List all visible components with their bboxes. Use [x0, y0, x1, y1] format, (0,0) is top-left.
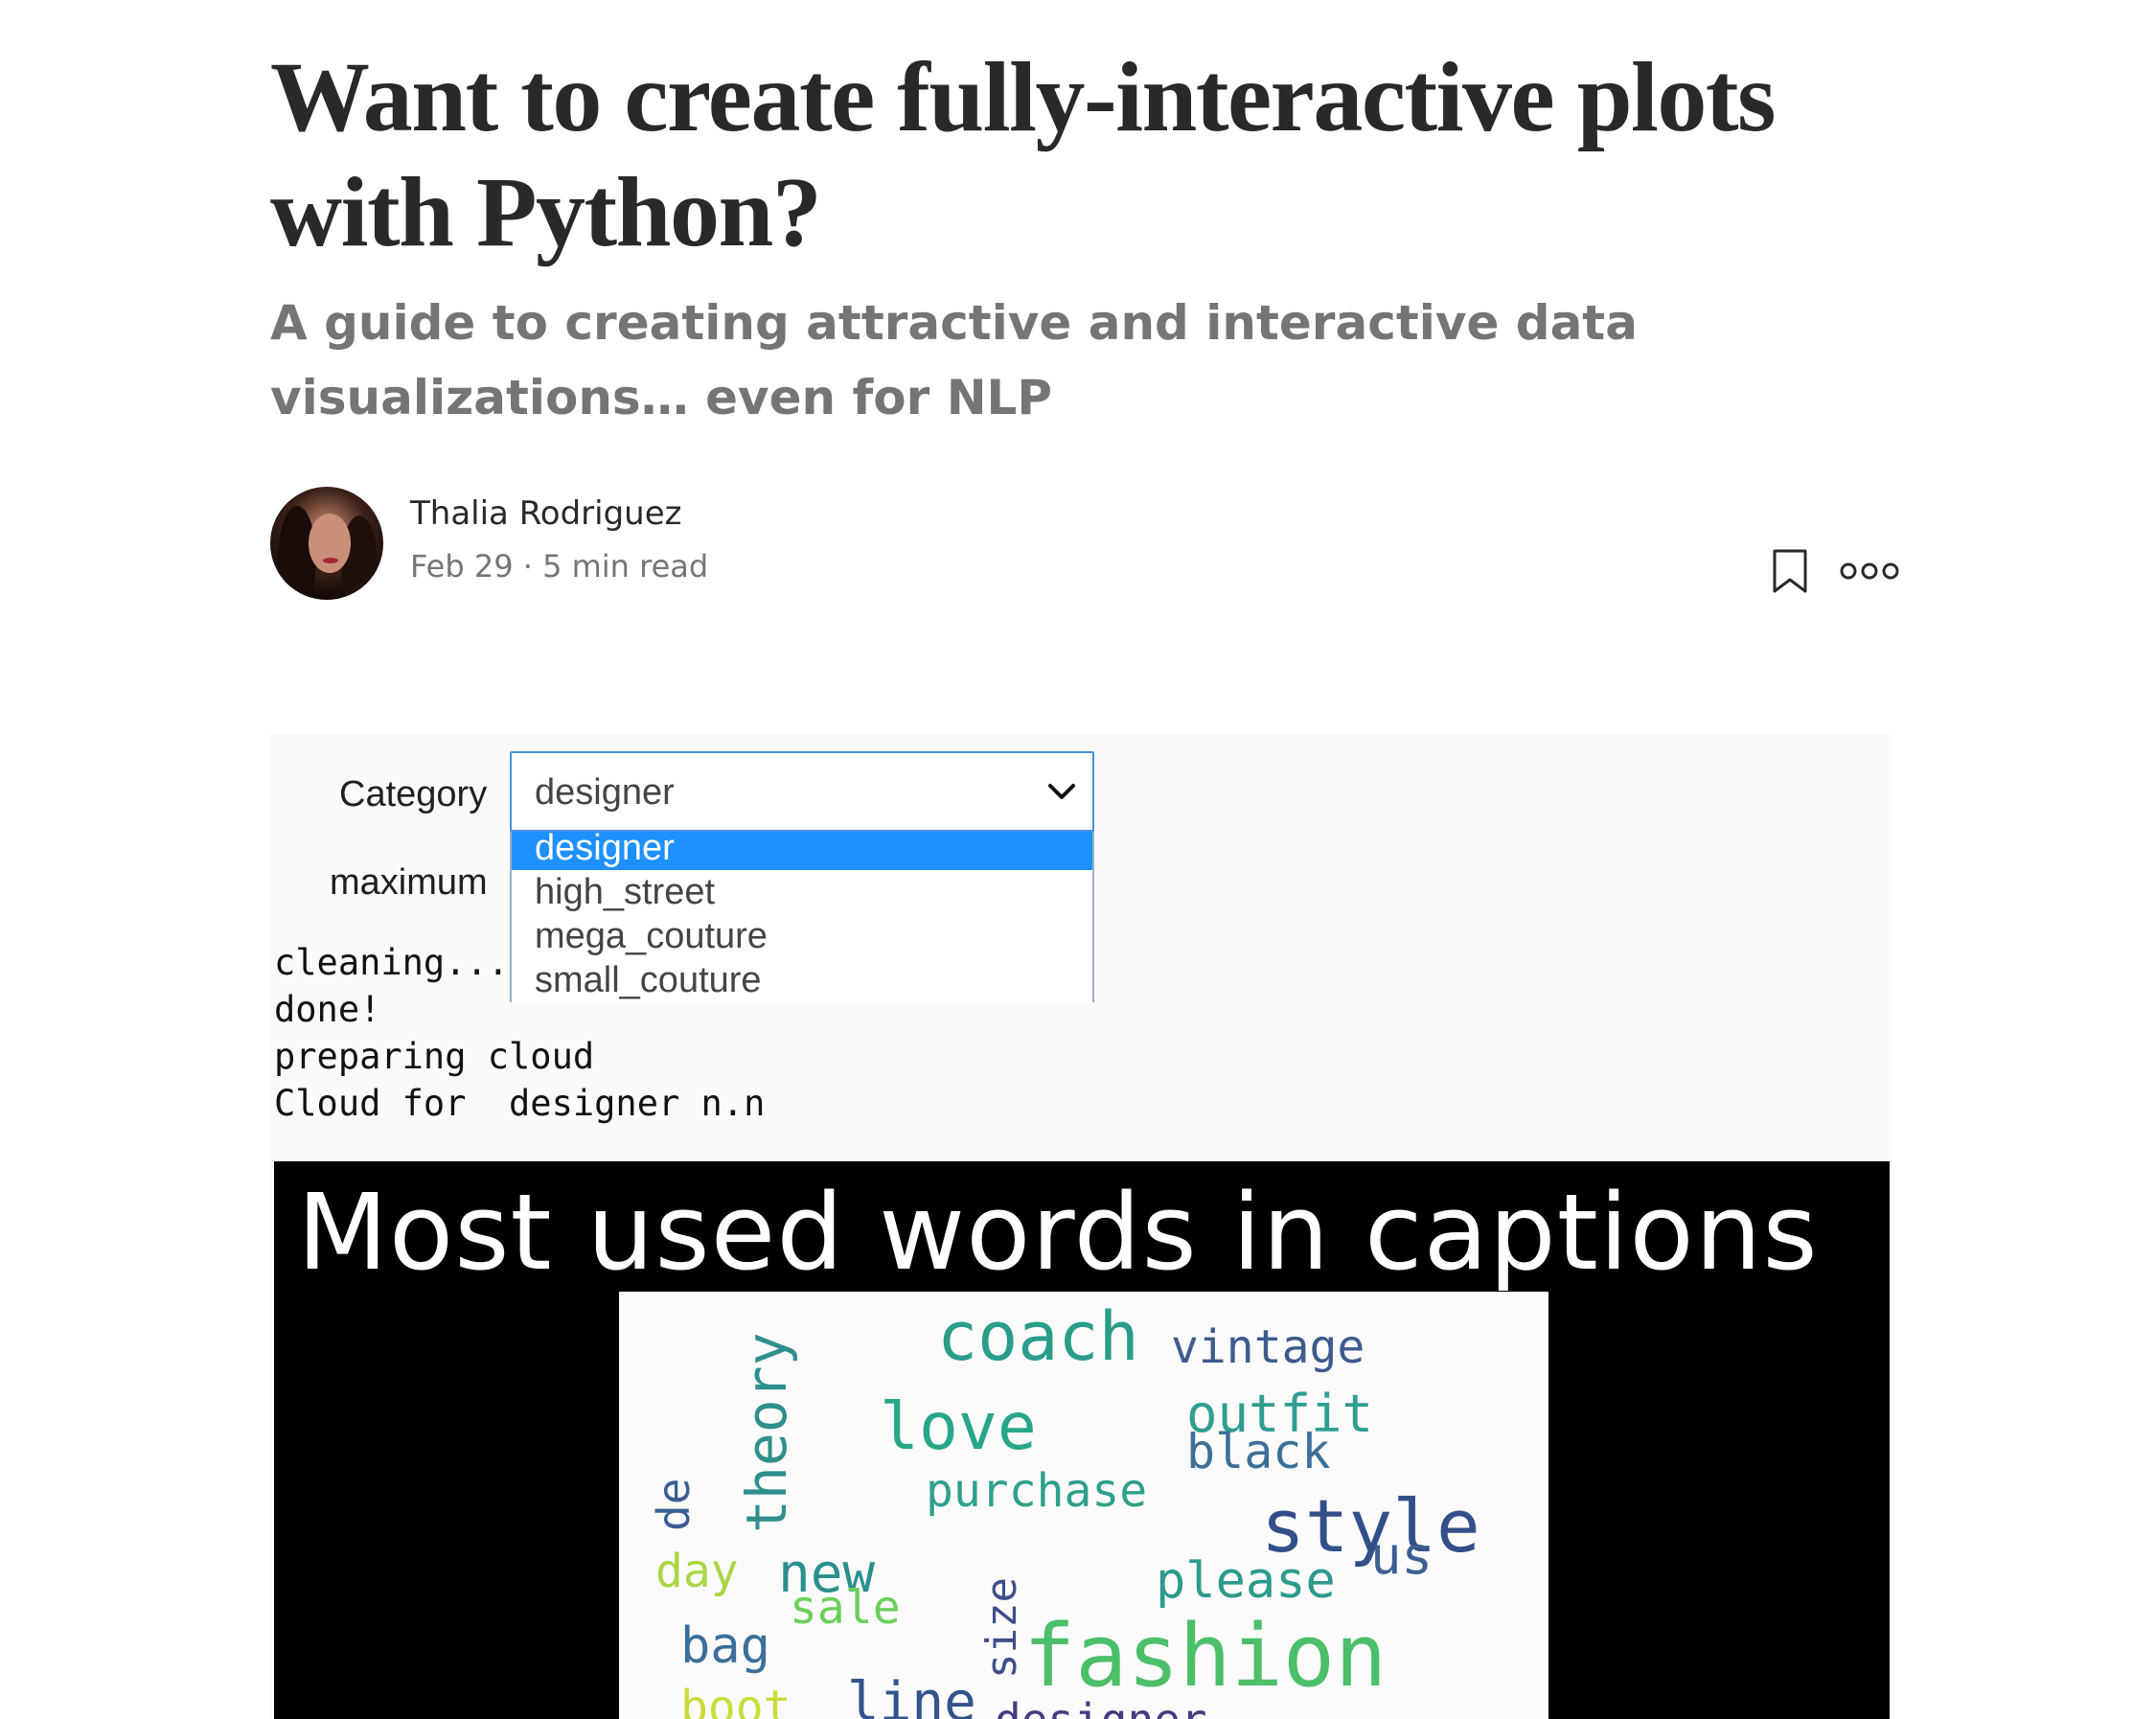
- cloud-word: line: [847, 1671, 976, 1719]
- cloud-word: sale: [790, 1581, 901, 1635]
- category-dropdown-list: designer high_street mega_couture small_…: [510, 826, 1094, 1002]
- console-line: preparing cloud: [274, 1036, 595, 1077]
- cloud-word: love: [880, 1389, 1037, 1465]
- dropdown-option-high-street[interactable]: high_street: [512, 870, 1092, 914]
- article-meta: Feb 29 · 5 min read: [410, 548, 709, 584]
- word-cloud-image: coach vintage theory love outfit black d…: [274, 1161, 1890, 1719]
- cloud-word: us: [1370, 1525, 1434, 1586]
- cloud-word: de: [648, 1478, 700, 1531]
- cloud-word: boot: [680, 1681, 791, 1719]
- author-name[interactable]: Thalia Rodriguez: [410, 494, 682, 533]
- cloud-word: fashion: [1023, 1606, 1388, 1707]
- chevron-down-icon: [1048, 784, 1075, 799]
- cloud-word: vintage: [1171, 1320, 1365, 1374]
- cloud-word: theory: [734, 1332, 799, 1533]
- maximum-label: maximum: [330, 862, 488, 903]
- category-select[interactable]: designer: [510, 751, 1094, 832]
- dropdown-option-mega-couture[interactable]: mega_couture: [512, 914, 1092, 958]
- article-title: Want to create fully-interactive plots w…: [270, 42, 1777, 267]
- category-select-value: designer: [535, 772, 675, 813]
- more-options-icon: [1840, 562, 1899, 580]
- cloud-word: size: [977, 1577, 1026, 1679]
- dropdown-option-designer[interactable]: designer: [512, 826, 1092, 870]
- cloud-word: black: [1186, 1424, 1331, 1479]
- bookmark-button[interactable]: [1771, 548, 1809, 594]
- cloud-word: purchase: [926, 1464, 1148, 1518]
- category-label: Category: [339, 774, 488, 814]
- author-avatar[interactable]: [270, 487, 383, 600]
- more-options-button[interactable]: [1840, 556, 1899, 586]
- console-line: Cloud for designer n.n: [274, 1083, 766, 1124]
- word-cloud-title: Most used words in captions: [297, 1171, 1819, 1294]
- article-subtitle: A guide to creating attractive and inter…: [270, 295, 1638, 425]
- cloud-word: designer: [995, 1694, 1207, 1719]
- cloud-word: coach: [937, 1297, 1139, 1376]
- dropdown-option-small-couture[interactable]: small_couture: [512, 958, 1092, 1002]
- cloud-word: please: [1156, 1552, 1336, 1610]
- bookmark-icon: [1773, 549, 1807, 593]
- cloud-word: bag: [680, 1617, 770, 1675]
- word-cloud-panel: coach vintage theory love outfit black d…: [619, 1292, 1548, 1719]
- cloud-word: day: [655, 1545, 739, 1598]
